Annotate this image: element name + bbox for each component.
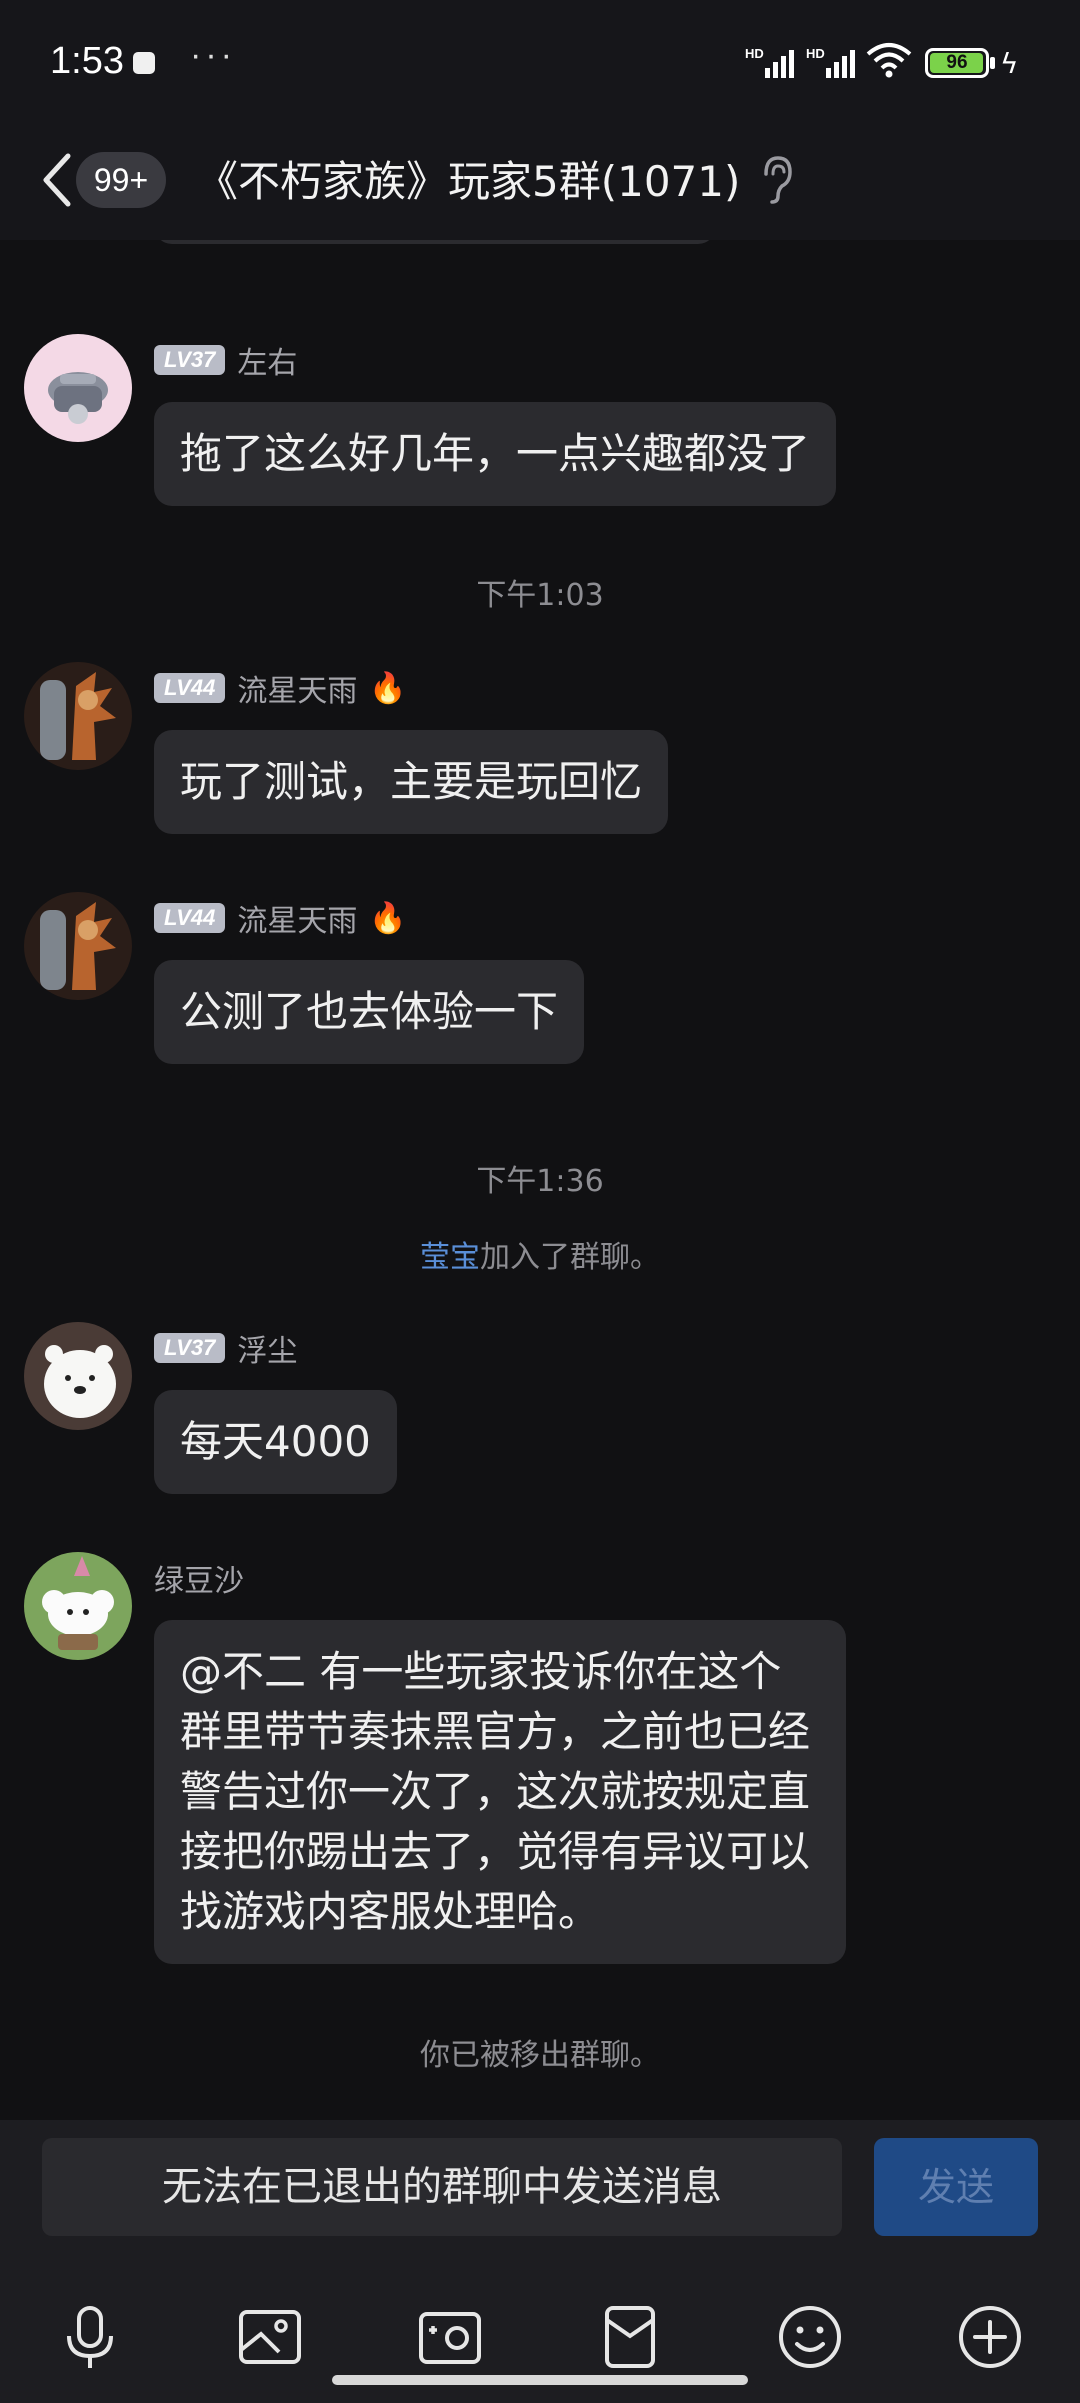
microphone-icon[interactable] [55, 2302, 125, 2372]
charging-bolt-icon: ϟ [1000, 47, 1019, 80]
avatar[interactable] [24, 334, 132, 442]
red-packet-icon[interactable] [595, 2302, 665, 2372]
level-badge: LV44 [154, 903, 226, 933]
input-bar: 无法在已退出的群聊中发送消息 发送 [0, 2120, 1080, 2403]
message-bubble[interactable]: 公测了也去体验一下 [154, 960, 585, 1064]
avatar[interactable] [24, 662, 132, 770]
plus-icon[interactable] [955, 2302, 1025, 2372]
battery-icon: 96 [925, 48, 989, 78]
home-indicator[interactable] [332, 2375, 748, 2385]
sender-meta: LV44 流星天雨 🔥 [154, 670, 407, 709]
emoji-icon[interactable] [775, 2302, 845, 2372]
chat-title[interactable]: 《不朽家族》玩家5群(1071) [196, 148, 740, 209]
fire-icon: 🔥 [369, 670, 407, 706]
avatar[interactable] [24, 1322, 132, 1430]
sender-meta: LV37 浮尘 [154, 1330, 297, 1369]
level-badge: LV37 [154, 345, 226, 375]
timestamp: 下午1:36 [476, 1164, 604, 1199]
signal-icon: HD [806, 46, 862, 80]
signal-icon: HD [745, 46, 801, 80]
avatar[interactable] [24, 1552, 132, 1660]
unread-count-badge[interactable]: 99+ [76, 152, 166, 208]
sender-name[interactable]: 绿豆沙 [154, 1556, 244, 1600]
system-message: 你已被移出群聊。 [420, 2038, 660, 2073]
timestamp: 下午1:03 [476, 578, 604, 613]
sender-meta: LV37 左右 [154, 342, 297, 381]
chat-header: 99+ 《不朽家族》玩家5群(1071) [0, 130, 1080, 240]
message-bubble[interactable]: @不二 有一些玩家投诉你在这个群里带节奏抹黑官方，之前也已经警告过你一次了，这次… [154, 1620, 846, 1964]
message-list[interactable]: LV37 左右 拖了这么好几年，一点兴趣都没了 下午1:03 LV44 流星天雨… [0, 240, 1080, 2120]
message-bubble[interactable]: 玩了测试，主要是玩回忆 [154, 730, 669, 834]
system-message: 莹宝加入了群聊。 [420, 1240, 660, 1275]
camera-icon[interactable] [415, 2302, 485, 2372]
level-badge: LV37 [154, 1333, 226, 1363]
message-bubble-cropped [154, 240, 716, 244]
back-arrow-icon[interactable] [38, 150, 78, 210]
status-bar: 1:53 ··· HD HD 96 ϟ [0, 0, 1080, 130]
message-input-disabled[interactable]: 无法在已退出的群聊中发送消息 [42, 2138, 842, 2236]
status-time: 1:53 [50, 40, 124, 82]
level-badge: LV44 [154, 673, 226, 703]
sender-meta: 绿豆沙 [154, 1560, 244, 1599]
message-bubble[interactable]: 拖了这么好几年，一点兴趣都没了 [154, 402, 837, 506]
download-icon [133, 52, 155, 74]
sender-name[interactable]: 流星天雨 [237, 896, 357, 940]
more-dots-icon: ··· [190, 36, 236, 74]
battery-cap [990, 57, 995, 69]
ear-icon[interactable] [758, 154, 794, 206]
sender-name[interactable]: 流星天雨 [237, 666, 357, 710]
avatar[interactable] [24, 892, 132, 1000]
wifi-icon [866, 43, 912, 78]
send-button[interactable]: 发送 [874, 2138, 1038, 2236]
fire-icon: 🔥 [369, 900, 407, 936]
sender-meta: LV44 流星天雨 🔥 [154, 900, 407, 939]
image-icon[interactable] [235, 2302, 305, 2372]
member-name-link[interactable]: 莹宝 [420, 1240, 480, 1275]
message-bubble[interactable]: 每天4000 [154, 1390, 397, 1494]
sender-name[interactable]: 左右 [237, 338, 297, 382]
sender-name[interactable]: 浮尘 [237, 1326, 297, 1370]
